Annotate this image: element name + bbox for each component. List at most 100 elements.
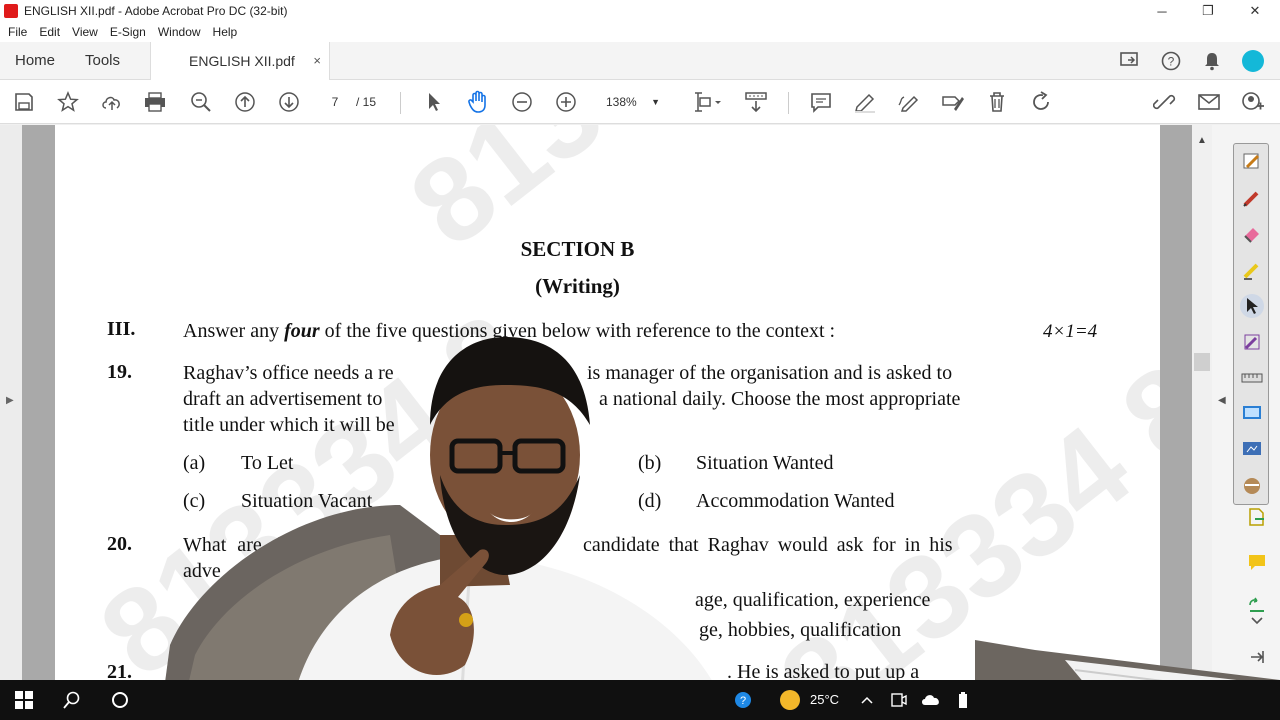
pointer-cursor-icon[interactable] (1240, 294, 1264, 318)
instruction-emphasis: four (284, 320, 320, 342)
pen-write-icon[interactable] (1240, 150, 1264, 174)
zoom-out-icon[interactable] (510, 90, 534, 114)
menu-edit[interactable]: Edit (39, 25, 60, 39)
notifications-bell-icon[interactable] (1201, 51, 1223, 73)
windows-taskbar: ? 25°C (0, 680, 1280, 720)
hand-tool-icon[interactable] (466, 90, 490, 114)
q21-text: . He is asked to put up a (727, 661, 920, 680)
print-icon[interactable] (143, 90, 167, 114)
svg-text:?: ? (1168, 55, 1175, 69)
tab-bar: Home Tools ENGLISH XII.pdf × ? (0, 42, 1280, 80)
email-icon[interactable] (1197, 90, 1221, 114)
vertical-scrollbar[interactable]: ▲ (1192, 125, 1212, 680)
next-page-icon[interactable] (277, 90, 301, 114)
highlight-pen-icon[interactable] (853, 90, 877, 114)
scroll-mode-icon[interactable] (744, 90, 768, 114)
q19-option-a-label: (a) (183, 452, 206, 474)
fill-sign-icon[interactable] (941, 90, 965, 114)
weather-temperature[interactable]: 25°C (810, 692, 839, 707)
pen-tools-palette (1233, 143, 1269, 505)
menu-esign[interactable]: E-Sign (110, 25, 146, 39)
add-user-icon[interactable] (1241, 90, 1265, 114)
close-window-button[interactable]: ✕ (1232, 0, 1278, 22)
user-avatar[interactable] (1242, 50, 1264, 72)
tab-tools[interactable]: Tools (85, 52, 120, 69)
upload-cloud-icon[interactable] (100, 90, 124, 114)
svg-text:?: ? (740, 695, 746, 707)
question-20-number: 20. (107, 533, 132, 555)
show-hidden-icons-chevron-icon[interactable] (855, 688, 879, 712)
link-edit-icon[interactable] (1153, 90, 1177, 114)
minimize-button[interactable]: ─ (1139, 0, 1185, 22)
share-screen-icon[interactable] (1119, 51, 1141, 73)
purple-pen-icon[interactable] (1240, 330, 1264, 354)
zoom-level-dropdown[interactable]: 138% ▼ (596, 91, 668, 113)
draw-freehand-icon[interactable] (897, 90, 921, 114)
pdf-page: 813334 8 813334 8 813334 8 SECTION B (Wr… (55, 125, 1160, 680)
help-circle-tray-icon[interactable]: ? (731, 688, 755, 712)
watermark-left: 813334 8 (76, 288, 554, 680)
screen-capture-icon[interactable] (1240, 438, 1264, 462)
menu-view[interactable]: View (72, 25, 98, 39)
q20-text-line1b: candidate that Raghav would ask for in h… (583, 534, 953, 556)
q20-text-line2: adve (183, 560, 221, 582)
page-gutter-right (1160, 125, 1192, 680)
q19-option-a: To Let (241, 452, 294, 474)
page-number-input[interactable]: 7 (320, 91, 350, 113)
q19-option-c: Situation Vacant (241, 490, 373, 512)
red-pen-icon[interactable] (1240, 186, 1264, 210)
delete-trash-icon[interactable] (985, 90, 1009, 114)
toolbar-divider (788, 92, 789, 114)
weather-sun-icon[interactable] (780, 690, 800, 710)
q20-option-1: age, qualification, experience (695, 589, 931, 611)
export-pdf-icon[interactable] (1246, 506, 1268, 528)
expand-left-panel-icon[interactable]: ▶ (6, 395, 14, 406)
rotate-redo-icon[interactable] (1029, 90, 1053, 114)
yellow-highlighter-icon[interactable] (1240, 258, 1264, 282)
main-toolbar: 7 / 15 138% ▼ (0, 80, 1280, 124)
tab-close-button[interactable]: × (313, 53, 321, 68)
tab-document[interactable]: ENGLISH XII.pdf × (150, 42, 330, 80)
previous-page-icon[interactable] (233, 90, 257, 114)
question-21-number: 21. (107, 661, 132, 680)
question-19-number: 19. (107, 361, 132, 383)
ruler-icon[interactable] (1240, 366, 1264, 390)
collapse-right-panel-icon[interactable]: ◀ (1218, 395, 1226, 406)
comment-panel-icon[interactable] (1246, 551, 1268, 573)
menu-file[interactable]: File (8, 25, 27, 39)
collapse-pane-icon[interactable] (1246, 646, 1268, 668)
q19-option-d-label: (d) (638, 490, 662, 512)
expand-more-chevron-icon[interactable] (1246, 610, 1268, 632)
q19-text-line1: Raghav’s office needs a re (183, 362, 394, 384)
help-icon[interactable]: ? (1160, 51, 1182, 73)
save-icon[interactable] (12, 90, 36, 114)
marks-allocation: 4×1=4 (1043, 321, 1098, 342)
whiteboard-icon[interactable] (1240, 402, 1264, 426)
onedrive-cloud-icon[interactable] (919, 688, 943, 712)
q19-option-b-label: (b) (638, 452, 662, 474)
windows-start-icon[interactable] (12, 688, 36, 712)
left-panel-strip: ▶ (0, 125, 22, 680)
restore-button[interactable]: ❐ (1185, 0, 1231, 22)
cortana-icon[interactable] (108, 688, 132, 712)
scroll-up-icon[interactable]: ▲ (1197, 135, 1207, 146)
battery-icon[interactable] (951, 688, 975, 712)
q20-text-line1: What are the (183, 534, 298, 556)
select-arrow-icon[interactable] (422, 90, 446, 114)
q19-text-line2b: a national daily. Choose the most approp… (599, 388, 961, 410)
meet-now-icon[interactable] (887, 688, 911, 712)
tab-home[interactable]: Home (15, 52, 55, 69)
scrollbar-thumb[interactable] (1194, 353, 1210, 371)
section-subtitle: (Writing) (535, 274, 620, 298)
zoom-search-icon[interactable] (189, 90, 213, 114)
eraser-icon[interactable] (1240, 222, 1264, 246)
q19-option-d: Accommodation Wanted (696, 490, 895, 512)
search-icon[interactable] (60, 688, 84, 712)
comment-icon[interactable] (809, 90, 833, 114)
menu-disc-icon[interactable] (1240, 474, 1264, 498)
bookmark-star-icon[interactable] (56, 90, 80, 114)
menu-help[interactable]: Help (213, 25, 238, 39)
zoom-in-icon[interactable] (554, 90, 578, 114)
page-display-icon[interactable] (690, 90, 724, 114)
menu-window[interactable]: Window (158, 25, 201, 39)
